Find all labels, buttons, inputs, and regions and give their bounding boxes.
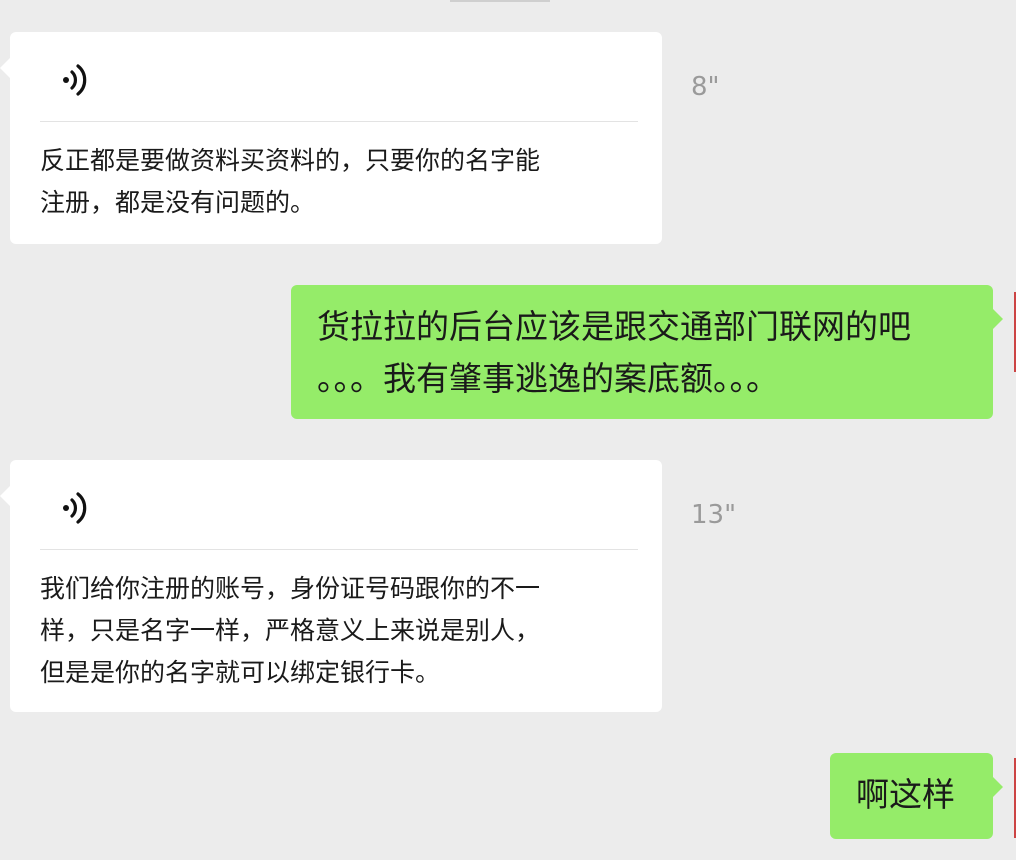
outgoing-message-bubble[interactable]: 啊这样 [830,753,1003,839]
message-text: 啊这样 [856,775,955,814]
voice-play-row[interactable] [10,32,662,122]
outgoing-message-bubble[interactable]: 货拉拉的后台应该是跟交通部门联网的吧 。。。我有肇事逃逸的案底额。。。 [291,285,1003,419]
voice-transcript-text: 反正都是要做资料买资料的，只要你的名字能 注册，都是没有问题的。 [40,146,541,217]
voice-transcript-text: 我们给你注册的账号，身份证号码跟你的不一 样，只是名字一样，严格意义上来说是别人… [40,574,541,687]
voice-message-bubble[interactable]: 我们给你注册的账号，身份证号码跟你的不一 样，只是名字一样，严格意义上来说是别人… [0,460,662,712]
voice-duration: 8" [691,72,720,102]
message-text: 货拉拉的后台应该是跟交通部门联网的吧 。。。我有肇事逃逸的案底额。。。 [317,307,911,398]
voice-message-icon[interactable] [54,488,94,528]
voice-duration: 13" [691,500,737,530]
voice-play-row[interactable] [10,460,662,550]
previous-message-edge [450,0,550,2]
voice-message-icon[interactable] [54,60,94,100]
transcript-divider [40,121,638,122]
transcript-divider [40,549,638,550]
voice-message-bubble[interactable]: 反正都是要做资料买资料的，只要你的名字能 注册，都是没有问题的。 [0,32,662,244]
